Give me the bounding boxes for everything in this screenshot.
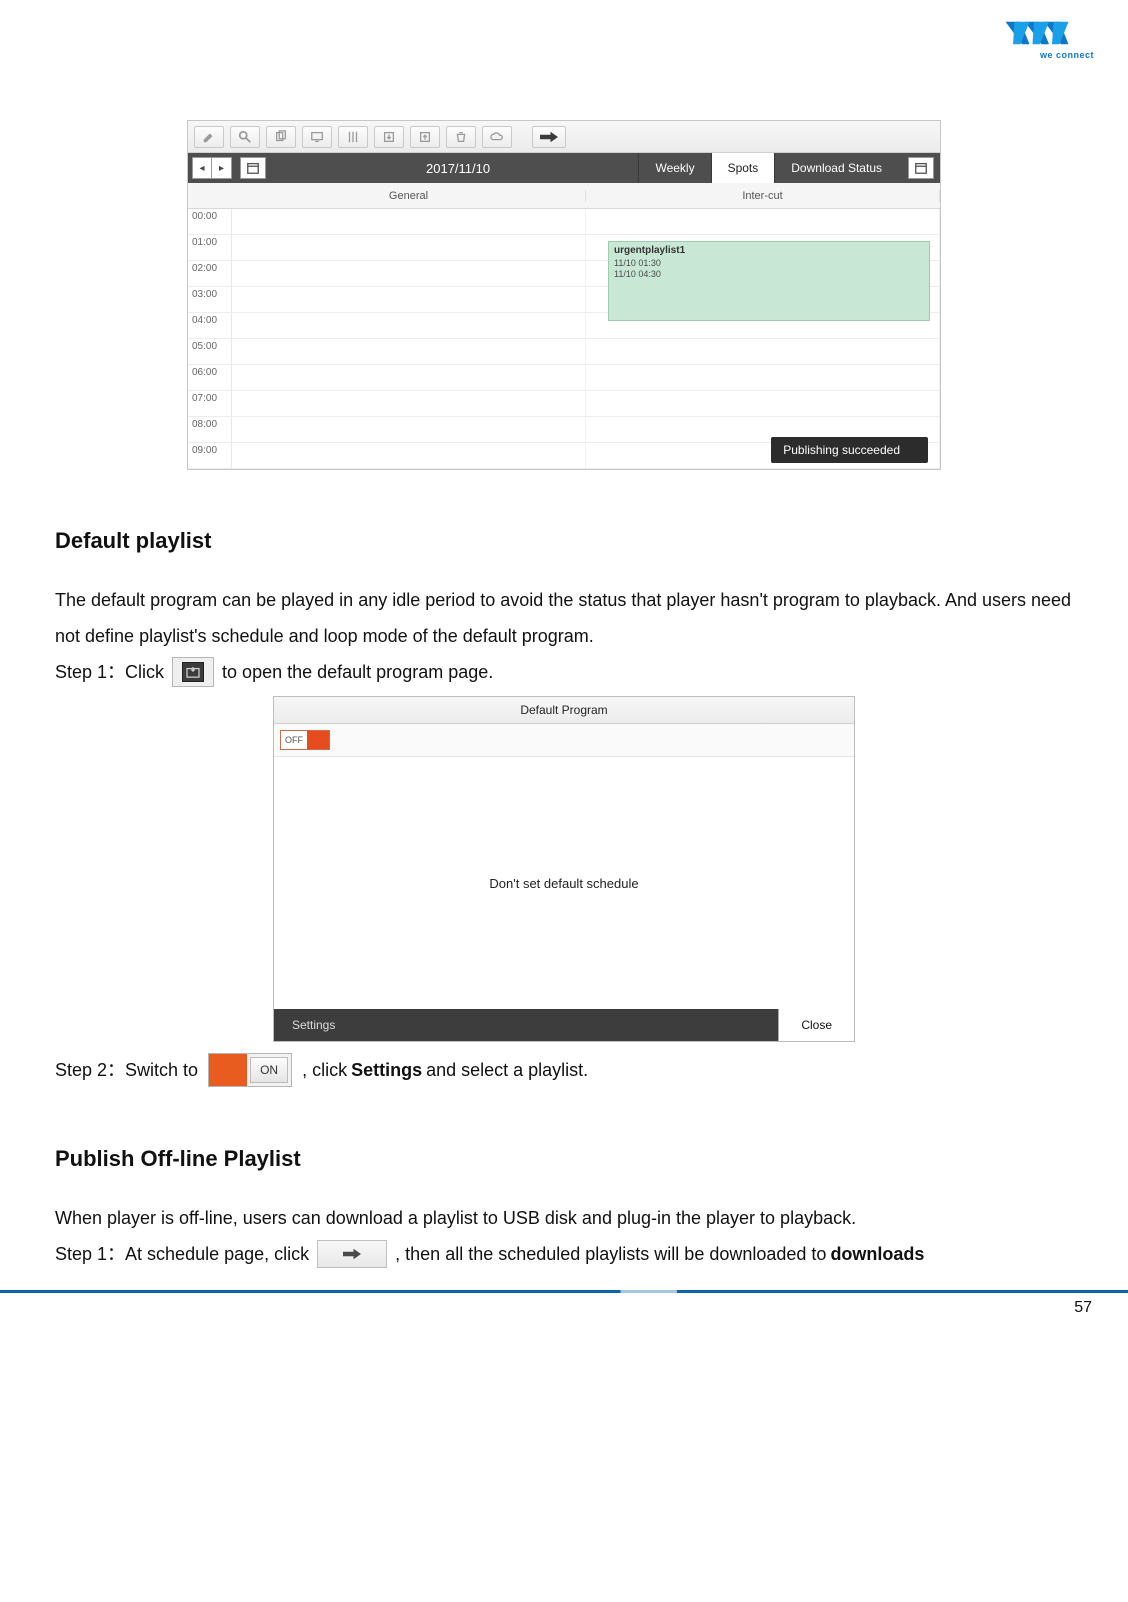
para-publish-offline: When player is off-line, users can downl…: [55, 1200, 1073, 1236]
time-label: 00:00: [188, 209, 232, 234]
schedule-event[interactable]: urgentplaylist1 11/10 01:30 11/10 04:30: [608, 241, 930, 321]
step2-post: and select a playlist.: [426, 1052, 588, 1088]
step1b-pre: Step 1：At schedule page, click: [55, 1236, 309, 1272]
sliders-icon[interactable]: [338, 126, 368, 148]
schedule-date: 2017/11/10: [426, 161, 490, 176]
on-toggle: ON: [208, 1053, 292, 1087]
copy-icon[interactable]: [266, 126, 296, 148]
time-label: 07:00: [188, 391, 232, 416]
time-label: 01:00: [188, 235, 232, 260]
schedule-navbar: ◂ ▸ 2017/11/10 Weekly Spots Download Sta…: [188, 153, 940, 183]
prev-button[interactable]: ◂: [192, 157, 212, 179]
trash-icon[interactable]: [446, 126, 476, 148]
step1-publish-offline: Step 1：At schedule page, click , then al…: [55, 1236, 1073, 1272]
export-icon[interactable]: [410, 126, 440, 148]
brand-logo: we connect: [1004, 14, 1094, 58]
time-label: 09:00: [188, 443, 232, 468]
dialog-body-text: Don't set default schedule: [274, 757, 854, 1009]
dialog-title: Default Program: [274, 697, 854, 724]
heading-publish-offline: Publish Off-line Playlist: [55, 1146, 1073, 1172]
off-label: OFF: [281, 731, 307, 749]
import-icon[interactable]: [374, 126, 404, 148]
step2-pre: Step 2：Switch to: [55, 1052, 198, 1088]
step1-pre: Step 1：Click: [55, 654, 164, 690]
time-label: 05:00: [188, 339, 232, 364]
dialog-toggle-row: OFF: [274, 724, 854, 757]
time-label: 06:00: [188, 365, 232, 390]
search-icon[interactable]: [230, 126, 260, 148]
time-label: 04:00: [188, 313, 232, 338]
event-end: 11/10 04:30: [614, 269, 924, 280]
step1-post: to open the default program page.: [222, 654, 493, 690]
step2-bold: Settings: [351, 1052, 422, 1088]
step1b-post: , then all the scheduled playlists will …: [395, 1236, 826, 1272]
tab-weekly[interactable]: Weekly: [638, 153, 710, 183]
event-start: 11/10 01:30: [614, 258, 924, 269]
settings-button[interactable]: Settings: [274, 1009, 353, 1041]
publish-toast: Publishing succeeded: [771, 437, 928, 463]
time-label: 02:00: [188, 261, 232, 286]
time-label: 03:00: [188, 287, 232, 312]
para-default-playlist: The default program can be played in any…: [55, 582, 1073, 654]
page-number: 57: [0, 1293, 1128, 1317]
publish-arrow-button[interactable]: [532, 126, 566, 148]
schedule-toolbar: [188, 121, 940, 153]
close-button[interactable]: Close: [778, 1009, 854, 1041]
heading-default-playlist: Default playlist: [55, 528, 1073, 554]
next-button[interactable]: ▸: [212, 157, 232, 179]
calendar-icon[interactable]: [240, 157, 266, 179]
col-general: General: [232, 190, 586, 202]
event-title: urgentplaylist1: [614, 245, 924, 258]
cloud-icon[interactable]: [482, 126, 512, 148]
brand-tagline: we connect: [1040, 50, 1094, 60]
default-program-icon: [172, 657, 214, 687]
tab-spots[interactable]: Spots: [711, 153, 775, 183]
off-knob: [307, 731, 329, 749]
tab-download-status[interactable]: Download Status: [774, 153, 898, 183]
dialog-footer: Settings Close: [274, 1009, 854, 1041]
schedule-column-headers: General Inter-cut: [188, 183, 940, 209]
on-label: ON: [250, 1057, 288, 1083]
step2-mid: , click: [302, 1052, 347, 1088]
calendar-icon-right[interactable]: [908, 157, 934, 179]
schedule-grid: 00:00 01:00 02:00 03:00 04:00 05:00 06:0…: [188, 209, 940, 469]
step1-default-playlist: Step 1：Click to open the default program…: [55, 654, 1073, 690]
step1b-bold: downloads: [830, 1236, 924, 1272]
pencil-icon[interactable]: [194, 126, 224, 148]
schedule-screenshot: ◂ ▸ 2017/11/10 Weekly Spots Download Sta…: [187, 120, 941, 470]
off-toggle[interactable]: OFF: [280, 730, 330, 750]
step2-default-playlist: Step 2：Switch to ON , click Settings and…: [55, 1052, 1073, 1088]
col-intercut: Inter-cut: [586, 190, 940, 202]
monitor-icon[interactable]: [302, 126, 332, 148]
download-arrow-button: [317, 1240, 387, 1268]
time-label: 08:00: [188, 417, 232, 442]
default-program-dialog: Default Program OFF Don't set default sc…: [273, 696, 855, 1042]
